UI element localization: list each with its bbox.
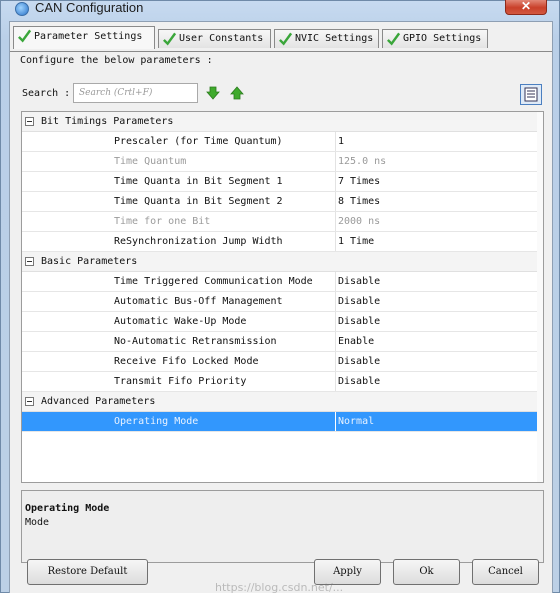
- column-divider: [335, 172, 336, 191]
- collapse-icon[interactable]: [25, 117, 34, 126]
- check-icon: [279, 32, 293, 46]
- column-divider: [335, 132, 336, 151]
- parameter-name: Time Quanta in Bit Segment 1: [114, 176, 283, 187]
- parameter-value[interactable]: Disable: [338, 356, 380, 367]
- column-divider: [335, 332, 336, 351]
- tab-divider: [10, 51, 552, 52]
- tab-label: NVIC Settings: [295, 33, 374, 44]
- parameter-value[interactable]: Disable: [338, 316, 380, 327]
- column-divider: [335, 312, 336, 331]
- table-row[interactable]: Automatic Wake-Up Mode Disable: [22, 312, 543, 332]
- column-divider: [335, 412, 336, 431]
- tab-label: GPIO Settings: [403, 33, 482, 44]
- group-label: Bit Timings Parameters: [41, 116, 174, 127]
- parameter-name: Automatic Bus-Off Management: [114, 296, 283, 307]
- column-divider: [335, 272, 336, 291]
- parameter-name: Time for one Bit: [114, 216, 211, 227]
- table-row: Time Quantum 125.0 ns: [22, 152, 543, 172]
- title-bar[interactable]: CAN Configuration ✕: [1, 0, 559, 19]
- search-previous-arrow-icon[interactable]: [230, 86, 244, 100]
- parameter-name: Time Quantum: [114, 156, 187, 167]
- tab-user-constants[interactable]: User Constants: [158, 29, 271, 48]
- tab-gpio-settings[interactable]: GPIO Settings: [382, 29, 488, 48]
- parameter-value[interactable]: Enable: [338, 336, 374, 347]
- column-divider: [335, 352, 336, 371]
- check-icon: [18, 29, 32, 43]
- parameter-value[interactable]: 1 Time: [338, 236, 374, 247]
- parameter-name: Time Triggered Communication Mode: [114, 276, 313, 287]
- parameter-value: 2000 ns: [338, 216, 381, 227]
- group-advanced-parameters[interactable]: Advanced Parameters: [22, 392, 543, 412]
- parameter-value[interactable]: 8 Times: [338, 196, 380, 207]
- description-title: Operating Mode: [25, 503, 110, 514]
- table-row-selected[interactable]: Operating Mode Normal: [22, 412, 543, 432]
- table-row[interactable]: ReSynchronization Jump Width 1 Time: [22, 232, 543, 252]
- tab-label: Parameter Settings: [34, 31, 143, 42]
- parameter-name: Operating Mode: [114, 416, 199, 427]
- parameter-table: Bit Timings Parameters Prescaler (for Ti…: [21, 111, 544, 483]
- tab-bar: Parameter Settings User Constants NVIC S…: [10, 26, 552, 52]
- parameter-name: Transmit Fifo Priority: [114, 376, 247, 387]
- collapse-icon[interactable]: [25, 397, 34, 406]
- parameter-name: ReSynchronization Jump Width: [114, 236, 283, 247]
- column-divider: [335, 152, 336, 171]
- search-label: Search :: [22, 88, 71, 99]
- ok-button[interactable]: Ok: [393, 559, 460, 585]
- parameter-name: Receive Fifo Locked Mode: [114, 356, 259, 367]
- parameter-value[interactable]: Disable: [338, 276, 380, 287]
- group-label: Basic Parameters: [41, 256, 138, 267]
- parameter-value: 125.0 ns: [338, 156, 387, 167]
- parameter-value[interactable]: Disable: [338, 376, 380, 387]
- list-view-icon: [524, 87, 538, 102]
- group-bit-timings[interactable]: Bit Timings Parameters: [22, 112, 543, 132]
- cancel-button[interactable]: Cancel: [472, 559, 539, 585]
- column-divider: [335, 292, 336, 311]
- parameter-value[interactable]: Normal: [338, 416, 374, 427]
- table-row: Time for one Bit 2000 ns: [22, 212, 543, 232]
- parameter-name: Prescaler (for Time Quantum): [114, 136, 283, 147]
- column-divider: [335, 232, 336, 251]
- check-icon: [387, 32, 401, 46]
- scrollbar[interactable]: [537, 112, 543, 482]
- description-text: Mode: [25, 517, 50, 528]
- description-panel: Operating Mode Mode: [21, 490, 544, 563]
- watermark: https://blog.csdn.net/...: [215, 581, 344, 593]
- collapse-icon[interactable]: [25, 257, 34, 266]
- tab-label: User Constants: [179, 33, 264, 44]
- parameter-name: No-Automatic Retransmission: [114, 336, 277, 347]
- table-row[interactable]: Time Triggered Communication Mode Disabl…: [22, 272, 543, 292]
- table-row[interactable]: Prescaler (for Time Quantum) 1: [22, 132, 543, 152]
- tab-parameter-settings[interactable]: Parameter Settings: [13, 26, 155, 49]
- search-next-arrow-icon[interactable]: [206, 86, 220, 100]
- tab-nvic-settings[interactable]: NVIC Settings: [274, 29, 379, 48]
- group-label: Advanced Parameters: [41, 396, 156, 407]
- show-description-button[interactable]: [520, 84, 542, 105]
- column-divider: [335, 212, 336, 231]
- can-configuration-window: CAN Configuration ✕ Parameter Settings U…: [0, 0, 560, 593]
- table-row[interactable]: Time Quanta in Bit Segment 1 7 Times: [22, 172, 543, 192]
- parameter-value[interactable]: 7 Times: [338, 176, 380, 187]
- parameter-name: Time Quanta in Bit Segment 2: [114, 196, 283, 207]
- table-row[interactable]: Transmit Fifo Priority Disable: [22, 372, 543, 392]
- dialog-body: Parameter Settings User Constants NVIC S…: [9, 21, 553, 593]
- parameter-value[interactable]: Disable: [338, 296, 380, 307]
- window-title: CAN Configuration: [35, 0, 144, 15]
- app-icon: [15, 2, 29, 16]
- column-divider: [335, 372, 336, 391]
- close-button[interactable]: ✕: [505, 0, 547, 15]
- restore-default-button[interactable]: Restore Default: [27, 559, 148, 585]
- parameter-value[interactable]: 1: [338, 136, 344, 147]
- column-divider: [335, 192, 336, 211]
- check-icon: [163, 32, 177, 46]
- parameter-name: Automatic Wake-Up Mode: [114, 316, 247, 327]
- table-row[interactable]: Receive Fifo Locked Mode Disable: [22, 352, 543, 372]
- search-input[interactable]: Search (Crtl+F): [73, 83, 198, 103]
- group-basic-parameters[interactable]: Basic Parameters: [22, 252, 543, 272]
- table-row[interactable]: Automatic Bus-Off Management Disable: [22, 292, 543, 312]
- configure-instructions: Configure the below parameters :: [20, 55, 213, 66]
- table-row[interactable]: Time Quanta in Bit Segment 2 8 Times: [22, 192, 543, 212]
- table-row[interactable]: No-Automatic Retransmission Enable: [22, 332, 543, 352]
